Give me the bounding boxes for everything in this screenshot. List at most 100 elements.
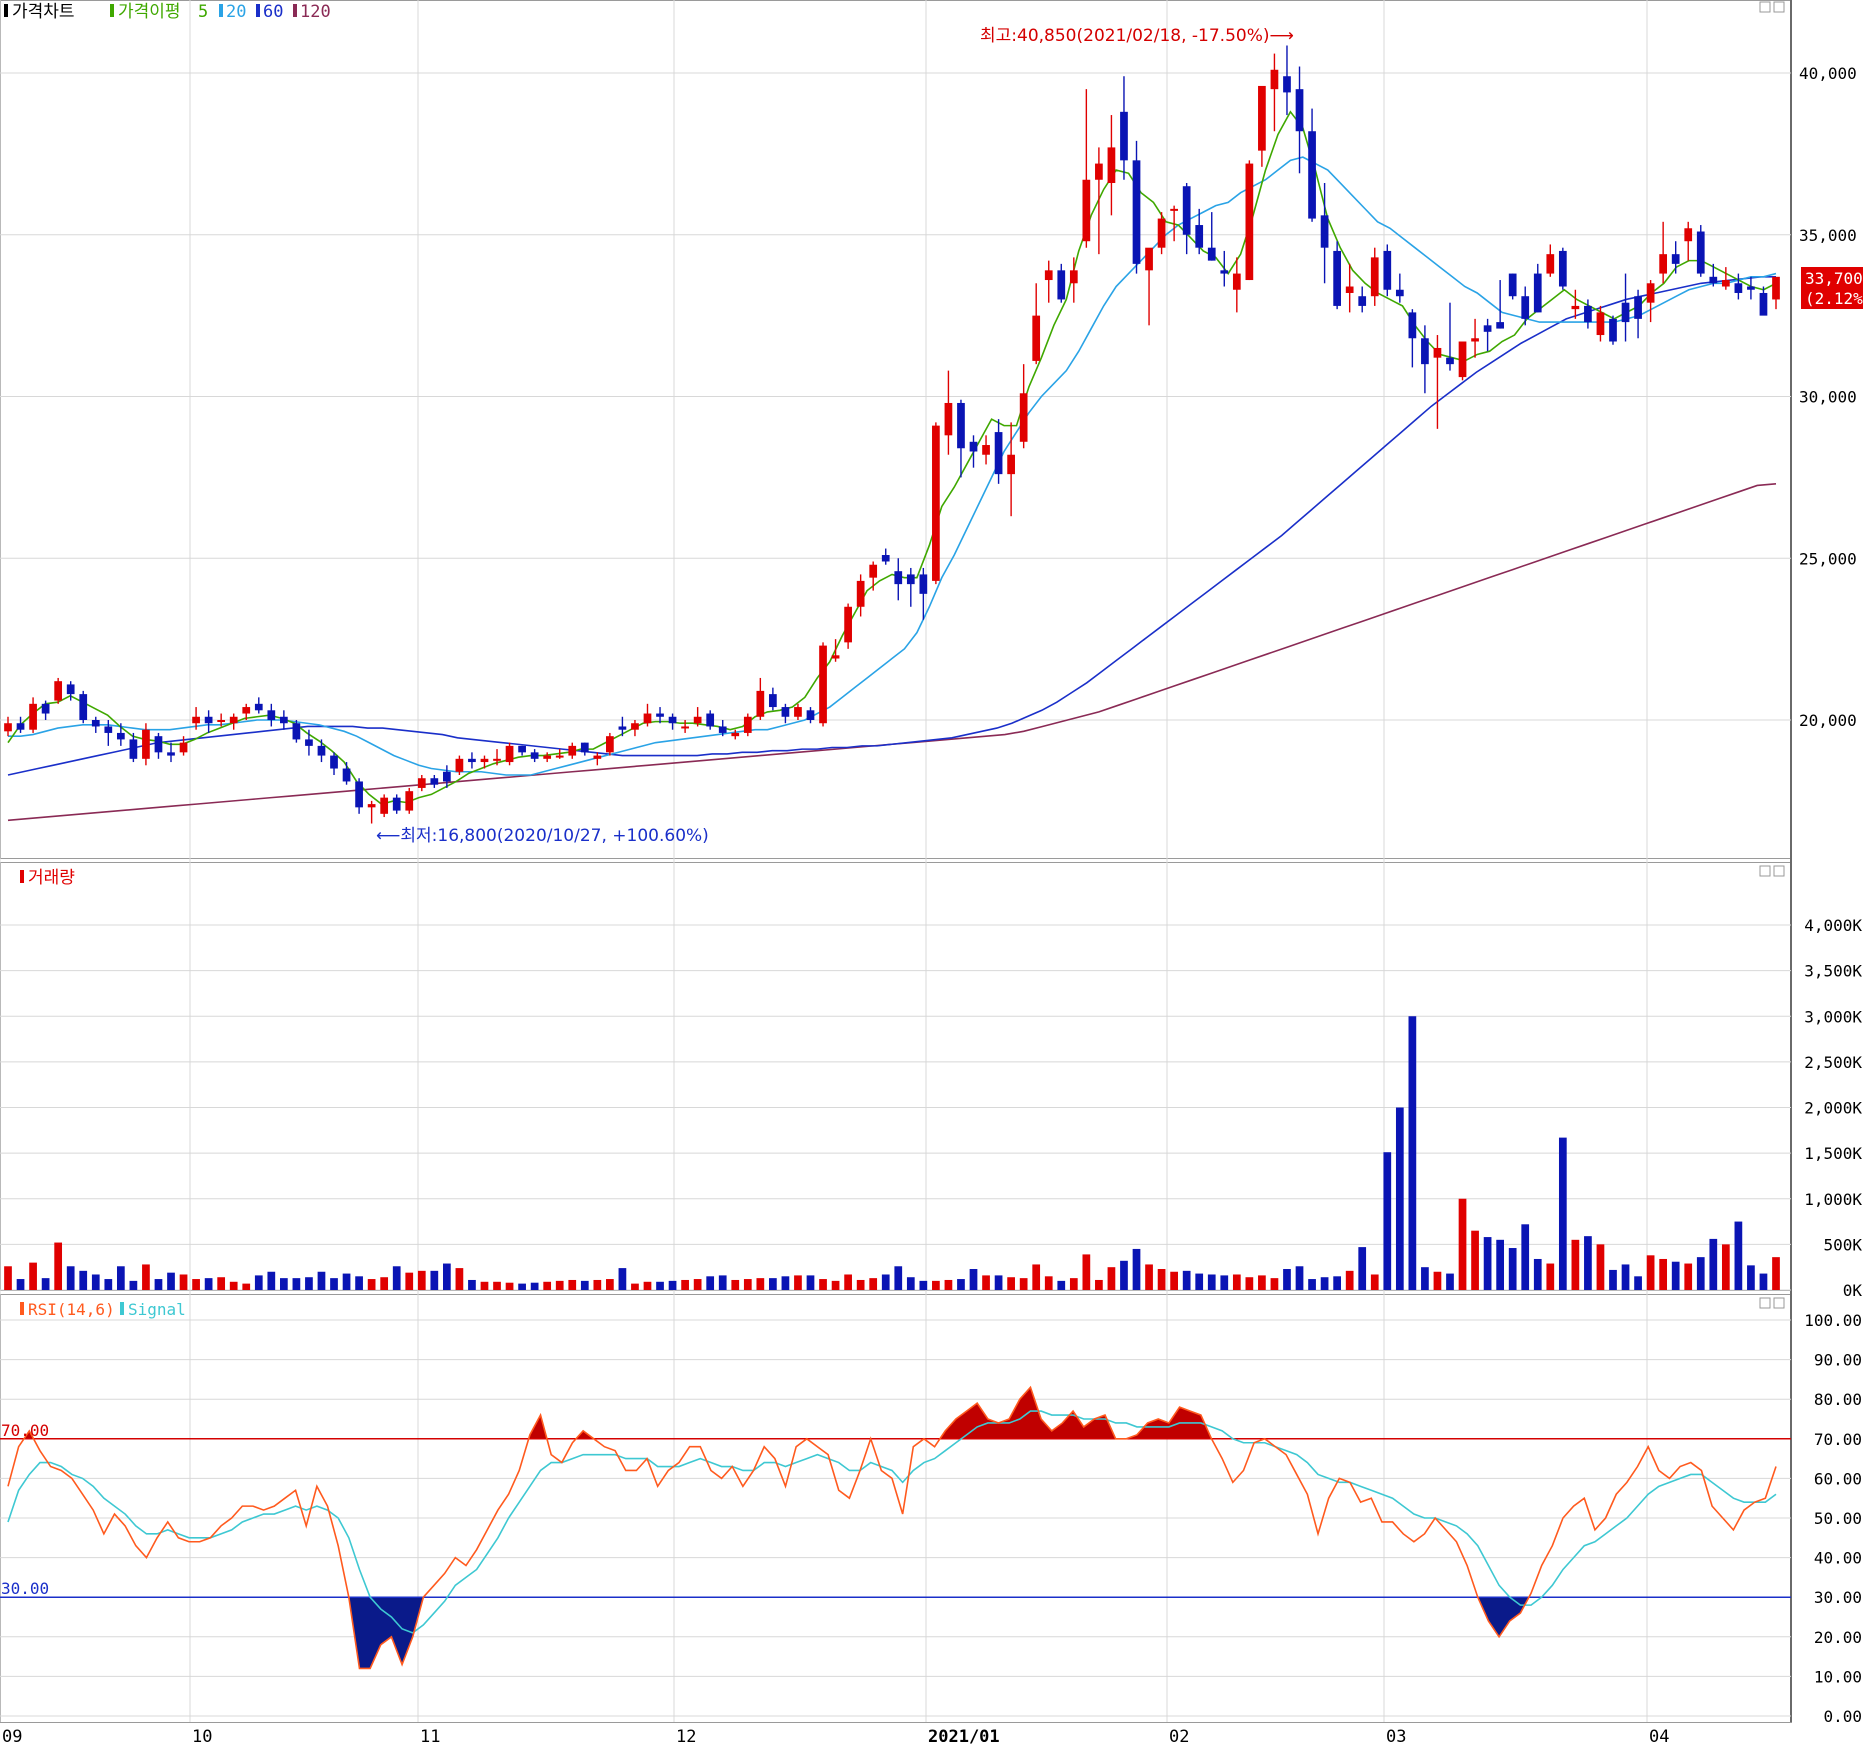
rsi-tick-label: 0.00 [1823, 1707, 1862, 1726]
candle-body [217, 720, 226, 722]
volume-bar [292, 1278, 301, 1290]
candle-body [66, 684, 75, 695]
volume-bar [41, 1278, 50, 1290]
candle-body [530, 752, 539, 759]
volume-bar [1584, 1236, 1592, 1290]
volume-bar [693, 1279, 702, 1290]
candle-body [1508, 273, 1517, 297]
volume-bar [1258, 1275, 1266, 1290]
candle-body [116, 732, 125, 740]
volume-bar [1383, 1152, 1392, 1290]
candle-body [1584, 305, 1592, 323]
volume-bar [29, 1262, 37, 1290]
rsi-tick-label: 90.00 [1814, 1351, 1862, 1370]
volume-bar [1759, 1273, 1768, 1290]
candle-body [16, 723, 25, 730]
candle-body [380, 797, 389, 814]
candle-body [1696, 231, 1705, 274]
candle-body [1558, 250, 1567, 287]
price-legend: 가격차트 가격이평 5 20 60 120 [4, 2, 331, 22]
rsi-tick-label: 30.00 [1814, 1588, 1862, 1607]
candle-body [1759, 292, 1768, 316]
volume-bar [1408, 1016, 1417, 1290]
candle-body [430, 778, 439, 785]
volume-bar [1671, 1261, 1680, 1290]
x-tick-label: 2021/01 [928, 1727, 1000, 1747]
candle-body [192, 716, 200, 724]
volume-bar [1057, 1280, 1066, 1290]
candle-body [1157, 218, 1166, 248]
candle-body [1684, 228, 1693, 242]
ma5-label: 5 [198, 2, 208, 22]
candle-body [1370, 257, 1379, 297]
x-tick-label: 12 [676, 1727, 696, 1747]
candle-body [806, 710, 815, 720]
legend-marker [20, 870, 24, 883]
volume-bar [856, 1279, 865, 1290]
candle-body [279, 716, 288, 724]
volume-bar [242, 1283, 251, 1290]
volume-bar [430, 1270, 439, 1290]
candle-body [505, 745, 514, 763]
candle-body [91, 720, 100, 727]
close-icon[interactable] [1773, 865, 1785, 877]
close-icon[interactable] [1773, 1297, 1785, 1309]
candle-body [1220, 270, 1229, 274]
volume-bar [367, 1279, 376, 1290]
candle-body [718, 726, 727, 733]
volume-bar [1471, 1230, 1479, 1290]
volume-bar [1195, 1273, 1204, 1290]
candle-body [1182, 186, 1191, 235]
volume-bar [1069, 1278, 1078, 1290]
stock-chart: 40,000 35,000 30,000 25,000 20,000 4,000K 3,50… [0, 0, 1867, 1747]
candle-body [906, 574, 915, 585]
ma60-label: 60 [263, 2, 283, 22]
volume-bar [1232, 1274, 1241, 1290]
candle-body [142, 729, 150, 759]
candle-body [543, 755, 552, 759]
candle-body [668, 716, 677, 724]
volume-bar [455, 1268, 464, 1290]
candle-body [229, 716, 238, 724]
volume-bar [555, 1280, 564, 1290]
candle-body [455, 758, 464, 772]
minimize-icon[interactable] [1759, 1297, 1771, 1309]
volume-bar [1747, 1265, 1755, 1290]
candle-body [1671, 254, 1680, 264]
volume-tick-label: 1,000K [1804, 1190, 1862, 1209]
volume-bar [530, 1282, 539, 1290]
candle-body [681, 726, 689, 729]
volume-bar [330, 1278, 338, 1290]
volume-tick-label: 500K [1823, 1235, 1862, 1254]
minimize-icon[interactable] [1759, 1, 1771, 13]
low-annotation: ⟵최저:16,800(2020/10/27, +100.60%) [376, 826, 709, 846]
volume-bar [1019, 1278, 1028, 1290]
candle-body [656, 713, 664, 717]
volume-bar [104, 1279, 113, 1290]
volume-bar [869, 1278, 878, 1290]
close-icon[interactable] [1773, 1, 1785, 13]
candle-body [869, 564, 878, 578]
volume-bar [305, 1277, 313, 1290]
volume-bar [731, 1279, 740, 1290]
candle-body [568, 745, 577, 756]
volume-bar [1170, 1271, 1178, 1290]
candle-body [1709, 276, 1718, 284]
volume-title: 거래량 [28, 868, 75, 888]
volume-bar [1721, 1244, 1730, 1290]
volume-bar [480, 1281, 489, 1290]
volume-bar [631, 1283, 639, 1290]
candle-body [1408, 312, 1417, 339]
x-tick-label: 10 [192, 1727, 212, 1747]
volume-bar [1734, 1221, 1743, 1290]
volume-bar [944, 1279, 953, 1290]
candle-body [1120, 111, 1128, 161]
volume-bar [91, 1274, 100, 1290]
price-tick-label: 35,000 [1799, 226, 1857, 245]
candle-body [994, 432, 1003, 475]
candle-body [330, 755, 338, 769]
volume-bar [1044, 1276, 1053, 1290]
minimize-icon[interactable] [1759, 865, 1771, 877]
candle-body [932, 425, 940, 581]
candle-body [417, 778, 426, 788]
